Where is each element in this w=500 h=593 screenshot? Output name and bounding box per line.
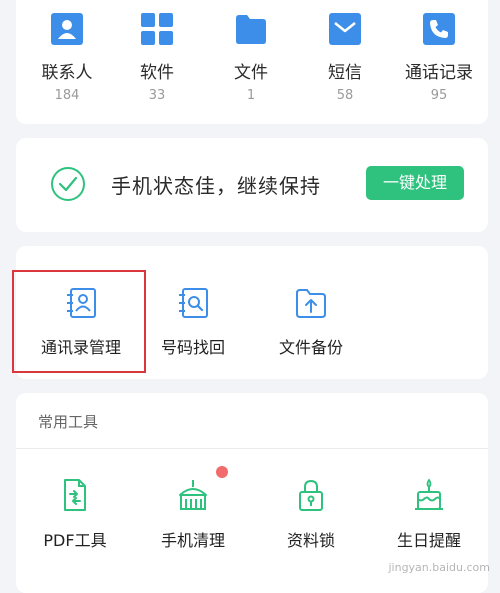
apps-entry[interactable]: 软件 33 (110, 0, 204, 124)
data-lock-entry[interactable]: 资料锁 (252, 477, 370, 551)
features-card: 通讯录管理 号码找回 文件备份 (12, 246, 488, 379)
common-tools-title: 常用工具 (38, 413, 99, 431)
birthday-reminder-entry[interactable]: 生日提醒 (370, 477, 488, 551)
pdf-tool-entry[interactable]: PDF工具 (16, 477, 134, 551)
apps-label: 软件 (140, 63, 174, 83)
files-entry[interactable]: 文件 1 (204, 0, 298, 124)
call-log-label: 通话记录 (405, 63, 473, 83)
contact-manage-entry[interactable]: 通讯录管理 (16, 286, 146, 358)
messages-entry[interactable]: 短信 58 (298, 0, 392, 124)
files-label: 文件 (234, 63, 268, 83)
phone-icon (423, 13, 455, 45)
pdf-tool-label: PDF工具 (43, 531, 107, 550)
phone-clean-entry[interactable]: 手机清理 (134, 477, 252, 551)
apps-icon (141, 13, 173, 45)
data-overview-card: 联系人 184 软件 33 文件 1 短信 58 通话记录 95 (16, 0, 488, 124)
number-recovery-icon (179, 288, 208, 318)
notification-dot (216, 466, 228, 478)
one-click-fix-button[interactable]: 一键处理 (366, 166, 464, 200)
data-lock-label: 资料锁 (286, 531, 335, 550)
status-message: 手机状态佳，继续保持 (111, 174, 321, 198)
file-backup-label: 文件备份 (278, 338, 343, 357)
birthday-cake-icon (415, 478, 443, 510)
divider (16, 448, 488, 449)
contacts-label: 联系人 (41, 63, 93, 83)
file-backup-entry[interactable]: 文件备份 (246, 286, 376, 358)
contact-manage-icon (67, 288, 96, 318)
check-circle-icon (51, 167, 85, 201)
birthday-reminder-label: 生日提醒 (396, 531, 461, 550)
files-count: 1 (246, 88, 256, 103)
status-card: 手机状态佳，继续保持 一键处理 (16, 138, 488, 232)
message-icon (329, 13, 361, 45)
pdf-tool-icon (64, 479, 86, 511)
number-recovery-entry[interactable]: 号码找回 (128, 286, 258, 358)
messages-label: 短信 (328, 63, 362, 83)
watermark: jingyan.baidu.com (388, 561, 490, 574)
file-backup-icon (296, 289, 326, 318)
number-recovery-label: 号码找回 (160, 338, 225, 357)
contacts-entry[interactable]: 联系人 184 (20, 0, 114, 124)
phone-clean-icon (179, 480, 207, 510)
data-lock-icon (299, 479, 323, 511)
contacts-icon (51, 13, 83, 45)
contacts-count: 184 (54, 88, 80, 103)
messages-count: 58 (336, 88, 354, 103)
call-log-count: 95 (430, 88, 448, 103)
folder-icon (236, 15, 266, 44)
phone-clean-label: 手机清理 (160, 531, 225, 550)
contact-manage-label: 通讯录管理 (40, 338, 121, 357)
apps-count: 33 (148, 88, 166, 103)
call-log-entry[interactable]: 通话记录 95 (392, 0, 486, 124)
